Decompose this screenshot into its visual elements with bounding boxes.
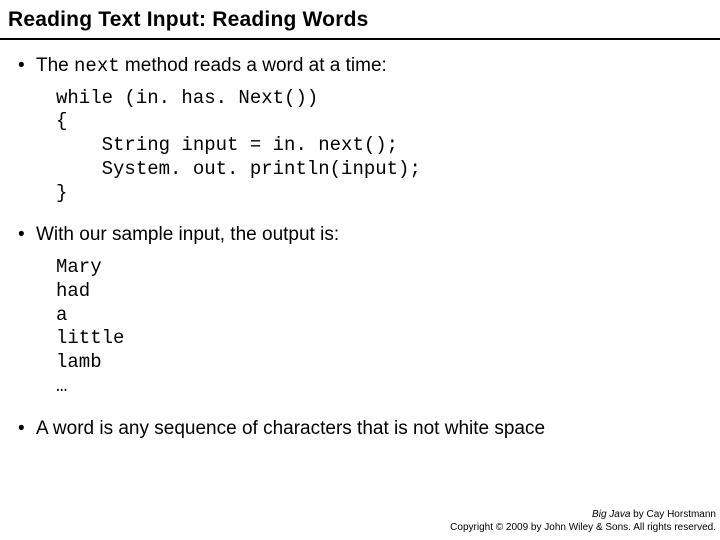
slide-body: The next method reads a word at a time: …: [0, 40, 720, 441]
bullet-2-text: With our sample input, the output is:: [36, 224, 339, 245]
bullet-list: The next method reads a word at a time: …: [18, 54, 702, 441]
footer-book-title: Big Java: [592, 509, 630, 520]
slide-footer: Big Java by Cay Horstmann Copyright © 20…: [450, 509, 716, 534]
slide-title: Reading Text Input: Reading Words: [0, 0, 720, 40]
footer-line-2: Copyright © 2009 by John Wiley & Sons. A…: [450, 522, 716, 535]
bullet-3-text: A word is any sequence of characters tha…: [36, 418, 545, 439]
footer-line-1: Big Java by Cay Horstmann: [450, 509, 716, 522]
bullet-3: A word is any sequence of characters tha…: [18, 417, 702, 442]
bullet-1-post: method reads a word at a time:: [120, 55, 387, 76]
code-block-2: Mary had a little lamb …: [56, 256, 702, 399]
bullet-2: With our sample input, the output is: Ma…: [18, 223, 702, 398]
bullet-1: The next method reads a word at a time: …: [18, 54, 702, 205]
bullet-1-code: next: [74, 55, 120, 77]
footer-author: by Cay Horstmann: [630, 509, 716, 520]
bullet-1-pre: The: [36, 55, 74, 76]
code-block-1: while (in. has. Next()) { String input =…: [56, 87, 702, 206]
